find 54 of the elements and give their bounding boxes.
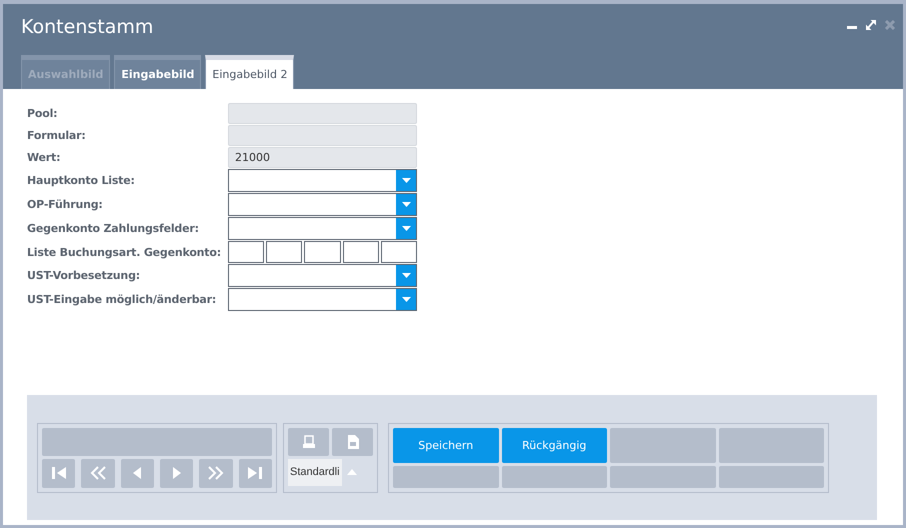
document-button[interactable] [332, 428, 373, 456]
caret-icon [402, 273, 410, 278]
action-button[interactable] [718, 428, 824, 462]
caret-icon [402, 226, 410, 231]
field-label: Hauptkonto Liste: [27, 174, 136, 187]
first-icon [50, 466, 68, 480]
input-field[interactable] [228, 241, 264, 263]
input-field[interactable] [304, 241, 341, 263]
last-button[interactable] [238, 458, 272, 488]
field-label: Formular: [27, 129, 87, 142]
expand-icon[interactable] [866, 20, 876, 30]
action-button[interactable]: Speichern [393, 428, 498, 462]
prev-button[interactable] [120, 458, 154, 488]
action-button[interactable] [502, 466, 607, 488]
print-button[interactable] [288, 428, 329, 456]
tab[interactable]: Eingabebild [114, 55, 202, 89]
input-field[interactable] [266, 241, 302, 263]
prevpage-icon [88, 466, 107, 480]
prevpage-button[interactable] [81, 458, 115, 488]
action-button[interactable]: Rückgängig [502, 428, 607, 462]
field-label: Wert: [27, 151, 62, 164]
printer-icon [302, 434, 316, 448]
action-button[interactable] [610, 428, 716, 462]
field-label: OP-Führung: [27, 198, 104, 211]
input-field[interactable] [380, 241, 418, 263]
dropdown-field[interactable] [228, 217, 417, 240]
window-title: Kontenstamm [21, 16, 154, 38]
action-button[interactable] [718, 466, 824, 488]
last-icon [246, 466, 264, 480]
layout-dropdown[interactable]: Standardli [288, 458, 342, 486]
caret-icon [402, 178, 410, 183]
dropdown-field[interactable] [228, 169, 417, 192]
caret-up-icon[interactable] [346, 469, 357, 475]
action-button[interactable] [393, 466, 498, 488]
caret-icon [402, 202, 410, 207]
nextpage-button[interactable] [199, 458, 233, 488]
readonly-field: 21000 [228, 147, 417, 168]
close-icon[interactable] [885, 20, 895, 30]
dropdown-field[interactable] [228, 264, 417, 287]
action-button[interactable] [610, 466, 716, 488]
field-label: Pool: [27, 107, 58, 120]
caret-icon [402, 297, 410, 302]
input-field[interactable] [342, 241, 379, 263]
dropdown-field[interactable] [228, 193, 417, 216]
nextpage-icon [206, 466, 225, 480]
tab[interactable]: Eingabebild 2 [205, 55, 294, 89]
field-label: UST-Vorbesetzung: [27, 269, 141, 282]
field-label: UST-Eingabe möglich/änderbar: [27, 293, 218, 306]
field-label: Gegenkonto Zahlungsfelder: [27, 222, 200, 235]
dropdown-field[interactable] [228, 288, 417, 311]
document-icon [346, 434, 360, 448]
first-button[interactable] [42, 458, 76, 488]
next-button[interactable] [160, 458, 194, 488]
field-label: Liste Buchungsart. Gegenkonto: [27, 246, 222, 258]
